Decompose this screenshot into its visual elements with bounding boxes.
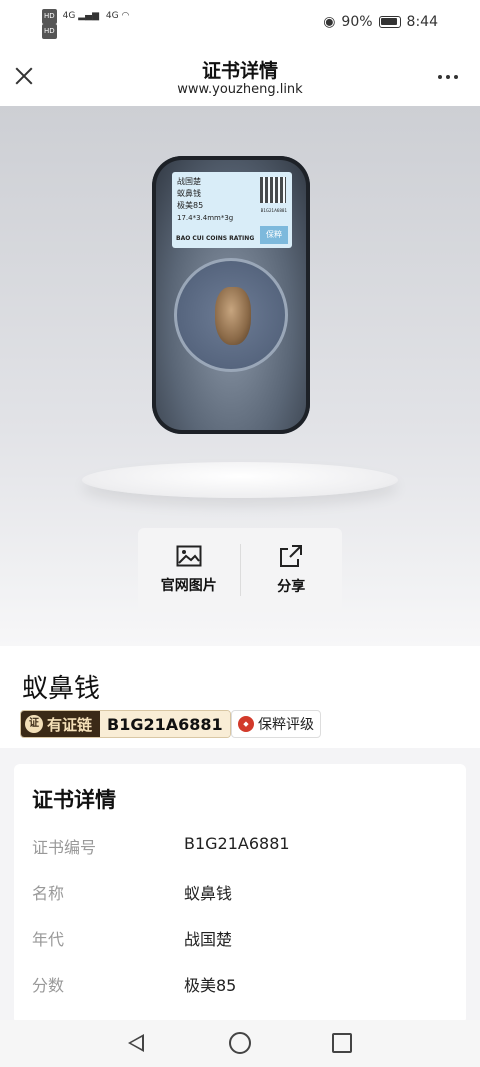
recent-apps-icon[interactable] (332, 1033, 352, 1053)
battery-icon (378, 16, 401, 28)
hd-badge-2: HD (42, 24, 57, 39)
status-left: HD 4G ▂▄▆ 4G ◠ HD (42, 9, 129, 39)
details-title: 证书详情 (32, 788, 116, 812)
hd-badge: HD (42, 9, 57, 24)
detail-key: 证书编号 (32, 838, 97, 857)
grading-org-badge[interactable]: ◆ 保粹评级 (231, 710, 321, 738)
coin-slab-image[interactable]: 战国楚 蚁鼻钱 极美85 17.4*3.4mm*3g BAO CUI COINS… (152, 156, 310, 434)
slab-label: 战国楚 蚁鼻钱 极美85 17.4*3.4mm*3g BAO CUI COINS… (172, 172, 292, 248)
detail-key: 年代 (32, 930, 65, 949)
qr-code-icon (260, 177, 286, 203)
certificate-seal-icon: 证 (25, 715, 43, 733)
chain-code: B1G21A6881 (100, 711, 230, 737)
detail-value: 极美85 (184, 976, 237, 995)
detail-value: 战国楚 (184, 930, 233, 949)
clock: 8:44 (406, 14, 438, 30)
official-photo-label: 官网图片 (160, 578, 217, 594)
battery-percent: 90% (341, 14, 373, 30)
signal-icon: 4G (62, 11, 76, 21)
display-pedestal (82, 462, 398, 498)
slab-brand: BAO CUI COINS RATING (176, 235, 255, 242)
hero-section: 战国楚 蚁鼻钱 极美85 17.4*3.4mm*3g BAO CUI COINS… (0, 106, 480, 646)
official-photo-button[interactable]: 官网图片 (138, 528, 240, 612)
page-title: 证书详情 (201, 60, 278, 82)
slab-brand-badge: 保粹 (260, 226, 288, 244)
grading-logo-icon: ◆ (238, 716, 254, 732)
chain-label-block: 证 有证链 (21, 711, 101, 737)
share-button[interactable]: 分享 (241, 528, 343, 612)
signal-icon-2: ▂▄▆ (78, 11, 99, 21)
chain-label: 有证链 (47, 715, 93, 734)
coin-image (215, 287, 251, 345)
home-icon[interactable] (229, 1032, 251, 1054)
product-name: 蚁鼻钱 (22, 674, 101, 704)
detail-value: B1G21A6881 (184, 834, 290, 853)
details-card: 证书详情 证书编号 B1G21A6881 名称 蚁鼻钱 年代 战国楚 分数 极美… (14, 764, 466, 1024)
wifi-icon: ◠ (121, 11, 130, 21)
detail-key: 分数 (32, 976, 65, 995)
status-right: ◉ 90% 8:44 (323, 14, 438, 30)
detail-key: 名称 (32, 884, 65, 903)
title-bar: 证书详情 www.youzheng.link (0, 48, 480, 106)
detail-value: 蚁鼻钱 (184, 884, 233, 903)
back-icon[interactable] (128, 1034, 144, 1052)
coin-holder (174, 258, 288, 372)
more-options-icon[interactable] (438, 75, 458, 79)
page-url: www.youzheng.link (177, 82, 303, 97)
chain-badge[interactable]: 证 有证链 B1G21A6881 (20, 710, 231, 738)
system-nav-bar (0, 1020, 480, 1067)
share-label: 分享 (277, 579, 306, 595)
image-icon (176, 545, 202, 567)
slab-code: B1G21A6881 (260, 208, 287, 213)
action-panel: 官网图片 分享 (138, 528, 342, 612)
status-bar: HD 4G ▂▄▆ 4G ◠ HD ◉ 90% 8:44 (0, 0, 480, 48)
grading-org-label: 保粹评级 (258, 717, 314, 733)
share-icon (280, 545, 303, 567)
signal-icon-3: 4G (105, 11, 119, 21)
eye-icon: ◉ (323, 14, 336, 30)
